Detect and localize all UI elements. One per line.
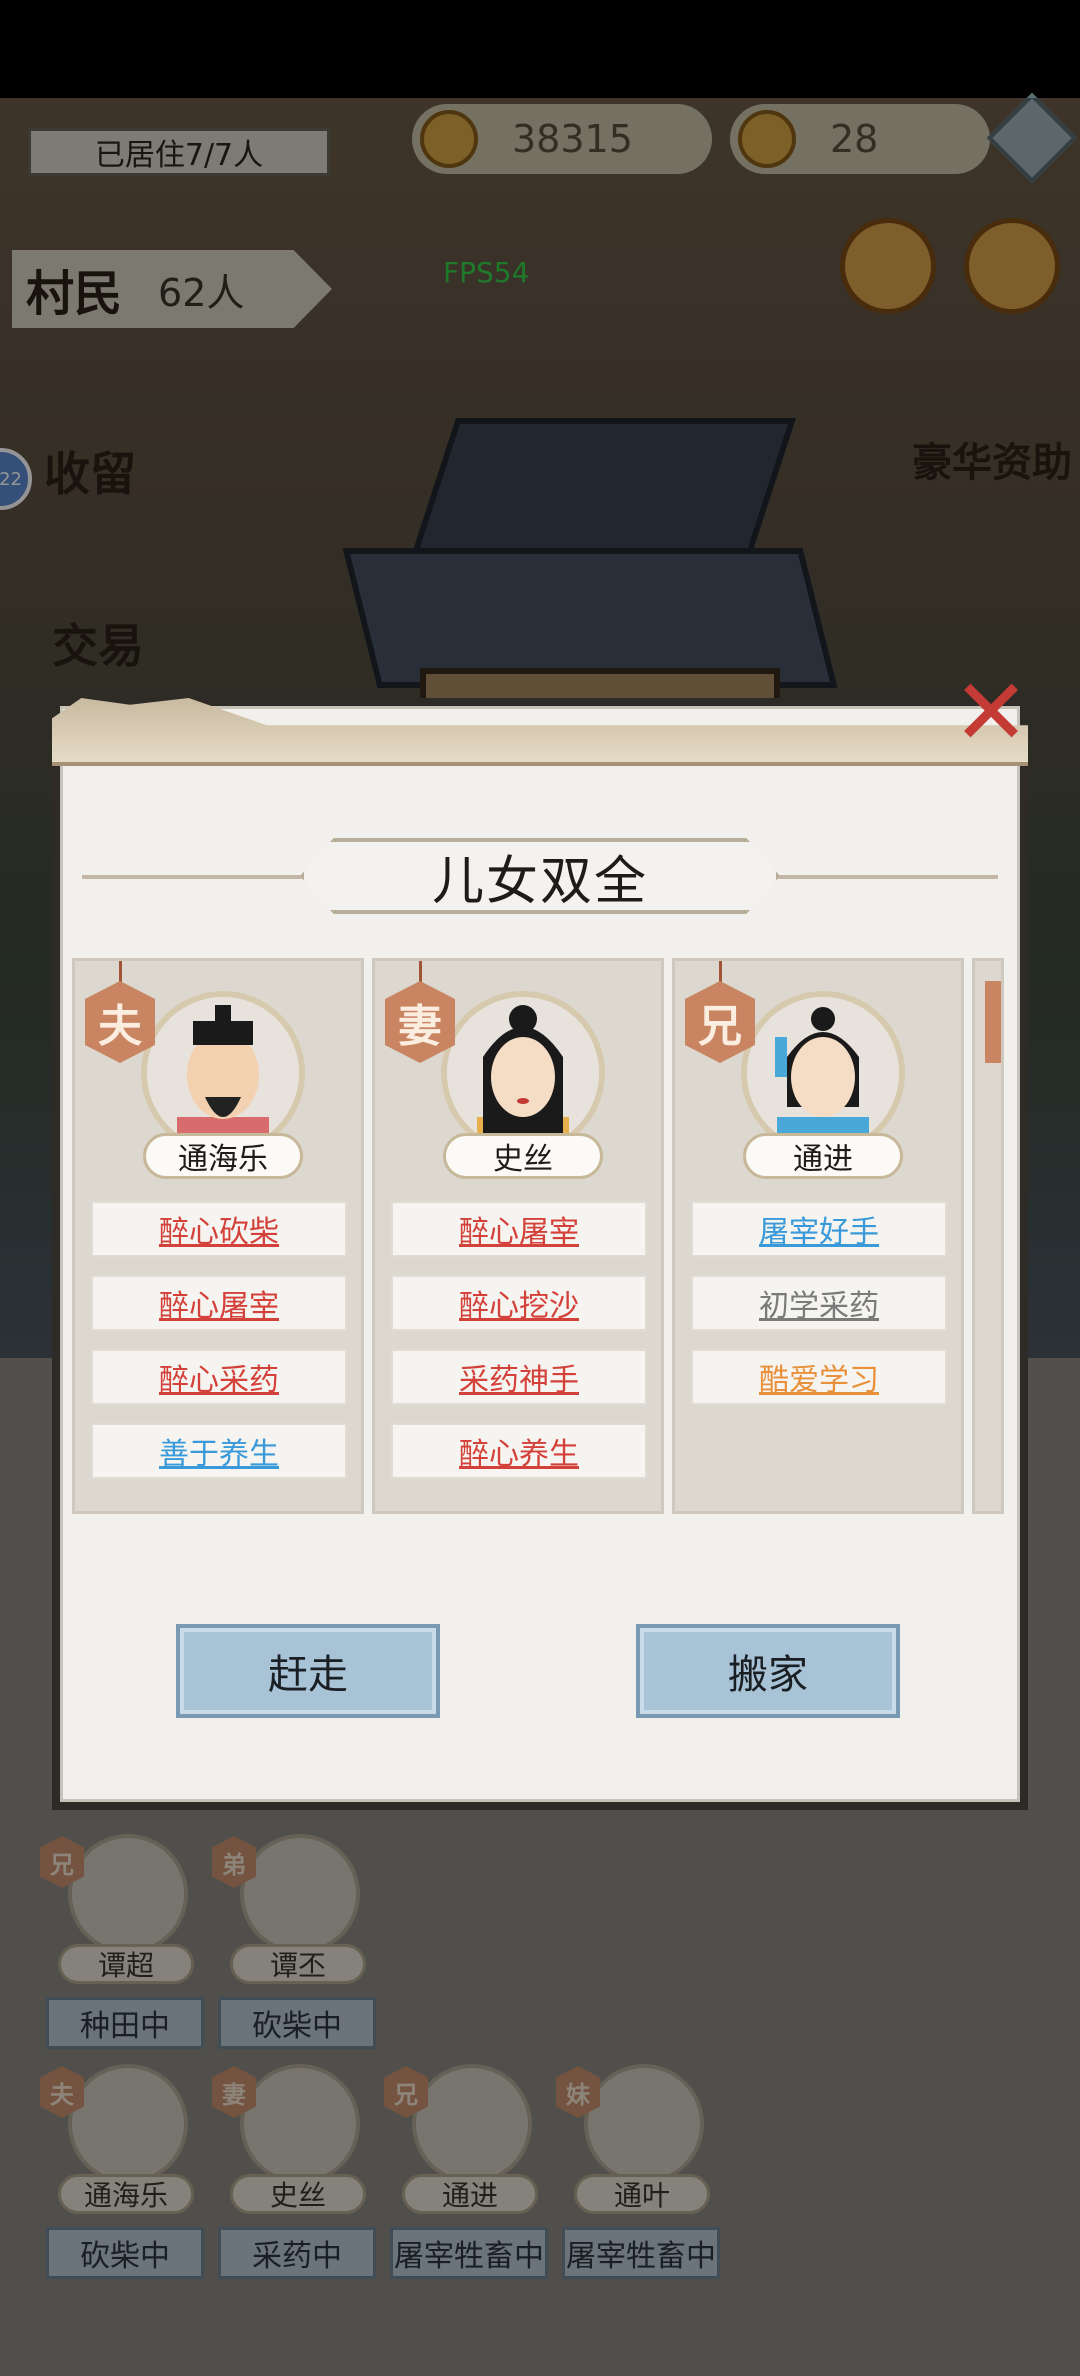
member-portrait [141,991,305,1155]
top-black-bar [0,0,1080,98]
close-icon[interactable]: ✕ [948,667,1034,759]
trait-link[interactable]: 酷爱学习 [691,1349,947,1405]
dialog-title-plate: 儿女双全 [300,838,780,914]
trait-link[interactable]: 醉心挖沙 [391,1275,647,1331]
trait-link[interactable]: 醉心屠宰 [91,1275,347,1331]
evict-button[interactable]: 赶走 [176,1624,440,1718]
family-member-card: 妻 史丝 醉心屠宰 醉心挖沙 采药神手 醉心养生 [372,958,664,1514]
trait-link[interactable]: 屠宰好手 [691,1201,947,1257]
member-portrait [441,991,605,1155]
badge-string [119,961,122,983]
member-name: 通进 [743,1133,903,1179]
family-member-card-partial[interactable] [972,958,1004,1514]
badge-string [419,961,422,983]
title-divider-right [768,875,998,879]
trait-link[interactable]: 醉心采药 [91,1349,347,1405]
title-divider-left [82,875,312,879]
trait-link[interactable]: 醉心砍柴 [91,1201,347,1257]
trait-link[interactable]: 采药神手 [391,1349,647,1405]
member-name: 通海乐 [143,1133,303,1179]
member-name: 史丝 [443,1133,603,1179]
member-portrait [741,991,905,1155]
family-member-card: 夫 通海乐 醉心砍柴 醉心屠宰 醉心采药 善于养生 [72,958,364,1514]
trait-link[interactable]: 善于养生 [91,1423,347,1479]
badge-string [719,961,722,983]
trait-link[interactable]: 醉心屠宰 [391,1201,647,1257]
trait-link[interactable]: 初学采药 [691,1275,947,1331]
dialog-title: 儿女双全 [431,851,648,912]
family-member-card: 兄 通进 屠宰好手 初学采药 酷爱学习 [672,958,964,1514]
family-dialog: ✕ 儿女双全 夫 通海乐 醉心砍柴 醉心屠宰 醉心采药 善于养生 妻 史丝 醉心… [52,667,1030,1810]
role-badge [985,981,1001,1063]
trait-link[interactable]: 醉心养生 [391,1423,647,1479]
move-button[interactable]: 搬家 [636,1624,900,1718]
